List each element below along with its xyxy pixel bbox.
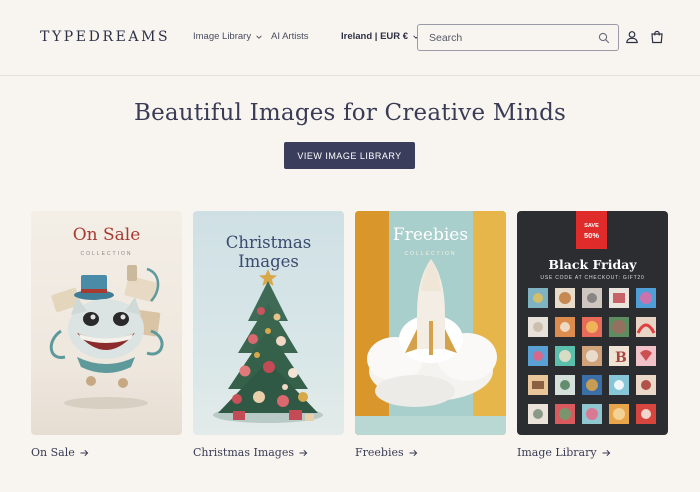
nav-ai-artists-label: AI Artists [271, 31, 309, 42]
card-christmas-label: Christmas Images [193, 446, 295, 459]
card-art-title: Freebies [392, 225, 469, 245]
arrow-right-icon [409, 449, 417, 456]
search-icon[interactable] [598, 32, 610, 44]
card-freebies-image[interactable]: Freebies COLLECTION [355, 211, 506, 435]
chevron-down-icon [256, 34, 262, 39]
search-input[interactable] [429, 31, 598, 44]
card-art-subtitle: COLLECTION [404, 251, 457, 257]
cart-icon[interactable] [649, 29, 665, 45]
card-on-sale-image[interactable]: On Sale COLLECTION [31, 211, 182, 435]
card-on-sale-label: On Sale [31, 446, 75, 459]
nav-ai-artists[interactable]: AI Artists [271, 31, 308, 42]
card-on-sale-link[interactable]: On Sale [31, 446, 89, 459]
hero-title: Beautiful Images for Creative Minds [133, 100, 567, 126]
cheshire-cat-illustration [49, 265, 164, 409]
view-image-library-button[interactable]: VIEW IMAGE LIBRARY [284, 142, 415, 169]
card-image-library-link[interactable]: Image Library [517, 446, 611, 459]
nav-image-library[interactable]: Image Library [193, 31, 263, 42]
image-grid-illustration: B [528, 288, 656, 424]
card-christmas-image[interactable]: Christmas Images [193, 211, 344, 435]
card-image-library-label: Image Library [517, 446, 597, 459]
card-freebies-label: Freebies [355, 446, 404, 459]
nav-image-library-label: Image Library [193, 31, 252, 42]
search-box [417, 24, 619, 51]
arrow-right-icon [299, 449, 308, 456]
card-freebies-link[interactable]: Freebies [355, 446, 418, 459]
account-icon[interactable] [624, 29, 640, 45]
arrow-right-icon [602, 449, 610, 456]
site-header: TYPEDREAMS Image Library AI Artists Irel… [0, 0, 700, 76]
country-selector-label: Ireland | EUR € [341, 31, 409, 42]
site-logo[interactable]: TYPEDREAMS [40, 29, 170, 45]
card-christmas-link[interactable]: Christmas Images [193, 446, 308, 459]
svg-text:B: B [615, 350, 627, 366]
arrow-right-icon [80, 449, 89, 456]
christmas-tree-illustration [213, 269, 323, 423]
card-image-library-image[interactable]: SAVE 50% Black Friday USE CODE AT CHECKO… [517, 211, 668, 435]
country-selector[interactable]: Ireland | EUR € [341, 31, 420, 42]
